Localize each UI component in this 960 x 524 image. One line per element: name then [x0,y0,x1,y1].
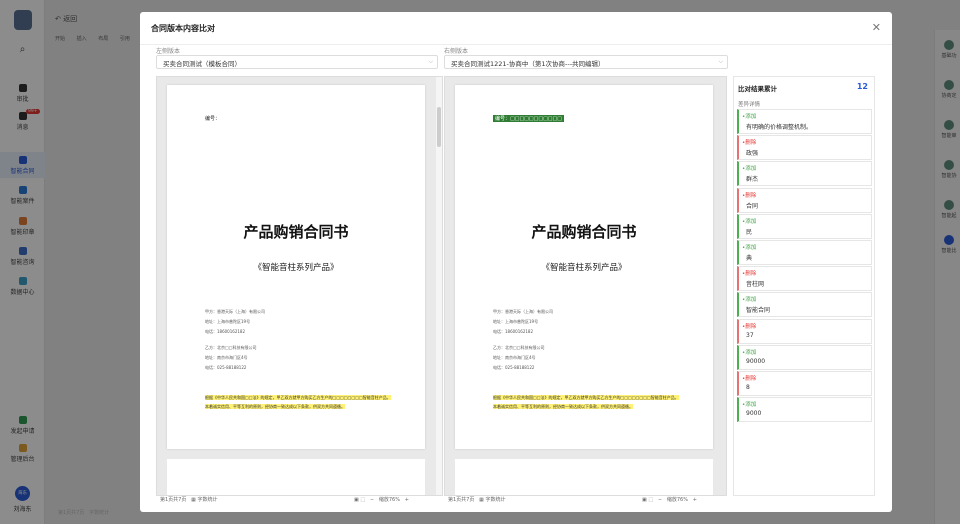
result-subtitle: 差异详情 [738,102,761,108]
diff-item[interactable]: •删除 8 [737,371,872,396]
left-document-page: 编号： 产品购销合同书 《智能音柱系列产品》 甲方：香港天际（上海）有限公司 地… [167,85,425,449]
right-doc-subtitle: 《智能音柱系列产品》 [541,263,627,273]
diff-type: •添加 [742,297,757,304]
right-version-select[interactable]: 买卖合同测试1221-协商中（第1次协商---共同编辑） ⌵ [444,55,728,69]
diff-text: 政强 [746,150,759,158]
result-count: 12 [856,82,868,91]
left-doc-title: 产品购销合同书 [243,223,349,241]
chevron-down-icon: ⌵ [428,58,433,65]
right-doc-line: 甲方：香港天际（上海）有限公司 [493,309,553,314]
compare-result-panel: 比对结果累计 12 差异详情 •添加 有明确的价格调整机制。 •删除 政强 •添加 群杰 •… [733,76,875,496]
diff-item[interactable]: •添加民 [737,213,872,239]
right-doc-line: 电话：18600162182 [493,329,533,334]
diff-item[interactable]: •添加有明确的价格调整机制。 [737,109,872,134]
page-view-icon[interactable]: ▣ [354,497,359,503]
right-zoom-controls: ▣ ⬚ − 缩放76% + [642,497,697,503]
diff-text: 民 [746,228,753,236]
right-document-page: 编号：□□□□□□□□□□□ 产品购销合同书 《智能音柱系列产品》 甲方：香港天… [455,85,713,449]
modal-title: 合同版本内容比对 [151,24,215,33]
right-document-pane[interactable]: 编号：□□□□□□□□□□□ 产品购销合同书 《智能音柱系列产品》 甲方：香港天… [444,76,727,496]
left-doc-line: 地址：南京市海门区4号 [205,355,248,360]
diff-item[interactable]: •删除 37 [737,318,872,344]
compare-modal: 合同版本内容比对 ✕ 左侧版本 买卖合同测试（模板合同） ⌵ 右侧版本 买卖合同测… [140,12,892,512]
diff-item[interactable]: •添加智能合同 [737,292,872,318]
fit-width-icon[interactable]: ⬚ [360,497,365,503]
fit-width-icon[interactable]: ⬚ [648,497,653,503]
diff-text: 8 [746,384,750,391]
diff-type: •删除 [742,271,757,278]
zoom-out-button[interactable]: − [658,497,662,503]
left-version-label: 左侧版本 [156,48,181,55]
chevron-down-icon: ⌵ [718,58,723,65]
diff-type: •删除 [742,376,757,382]
left-doc-line: 电话：025-88188122 [205,365,247,370]
right-doc-number: 编号：□□□□□□□□□□□ [493,115,564,122]
diff-type: •添加 [742,402,757,409]
diff-type: •添加 [742,166,757,173]
close-icon[interactable]: ✕ [872,21,881,34]
result-title: 比对结果累计 [738,85,777,93]
diff-type: •删除 [742,140,757,147]
diff-item[interactable]: •添加群杰 [737,161,872,187]
diff-item[interactable]: •添加 9000 [737,397,872,423]
left-doc-paragraph: 根据《中华人民共和国□□法》的规定，甲乙双方就甲方购买乙方生产的□□□□□□□□… [205,395,391,409]
left-doc-number: 编号： [205,116,221,122]
left-doc-subtitle: 《智能音柱系列产品》 [253,263,339,273]
zoom-in-button[interactable]: + [405,497,409,503]
left-doc-line: 电话：18600162182 [205,329,245,334]
left-zoom-controls: ▣ ⬚ − 缩放76% + [354,497,409,503]
diff-text: 音柱网 [746,281,765,289]
zoom-out-button[interactable]: − [370,497,374,503]
right-doc-line: 地址：上海市普陀区19号 [493,319,539,324]
right-document-page-2 [455,459,713,495]
diff-type: •删除 [742,192,757,199]
left-scrollbar[interactable] [436,77,442,495]
diff-text: 智能合同 [746,307,771,315]
diff-type: •添加 [742,218,757,225]
left-document-page-2 [167,459,425,495]
diff-text: 典 [746,255,753,262]
diff-text: 群杰 [746,176,759,184]
right-status-bar: 第1页共7页 ▦ 字数统计 [448,497,506,503]
diff-type: •添加 [742,245,757,251]
diff-text: 合同 [746,202,759,210]
left-doc-line: 地址：上海市普陀区19号 [205,319,251,324]
right-version-label: 右侧版本 [444,48,469,55]
diff-text: 有明确的价格调整机制。 [746,124,813,131]
page-view-icon[interactable]: ▣ [642,497,647,503]
left-version-select[interactable]: 买卖合同测试（模板合同） ⌵ [156,55,438,69]
right-doc-line: 地址：南京市海门区4号 [493,355,536,360]
diff-type: •添加 [742,349,757,356]
right-doc-line: 电话：025-88188122 [493,365,535,370]
left-scroll-thumb[interactable] [437,107,441,147]
diff-type: •删除 [742,323,757,330]
diff-text: 90000 [746,357,766,365]
right-doc-title: 产品购销合同书 [531,223,637,241]
right-doc-paragraph: 根据《中华人民共和国□□法》的规定，甲乙双方就甲方购买乙方生产的□□□□□□□□… [493,395,679,409]
diff-item[interactable]: •添加典 [737,240,872,265]
zoom-in-button[interactable]: + [693,497,697,503]
diff-type: •添加 [742,114,757,120]
diff-item[interactable]: •删除音柱网 [737,266,872,292]
diff-item[interactable]: •删除政强 [737,135,872,161]
diff-text: 9000 [746,410,762,418]
left-doc-line: 乙方：北京□□科技有限公司 [205,345,257,350]
diff-text: 37 [746,331,754,339]
left-doc-line: 甲方：香港天际（上海）有限公司 [205,309,265,314]
left-status-bar: 第1页共7页 ▦ 字数统计 [160,497,218,503]
diff-item[interactable]: •删除合同 [737,187,872,213]
right-doc-line: 乙方：北京□□科技有限公司 [493,345,545,350]
diff-item[interactable]: •添加 90000 [737,344,872,370]
left-document-pane[interactable]: 编号： 产品购销合同书 《智能音柱系列产品》 甲方：香港天际（上海）有限公司 地… [156,76,443,496]
modal-divider [140,44,892,45]
